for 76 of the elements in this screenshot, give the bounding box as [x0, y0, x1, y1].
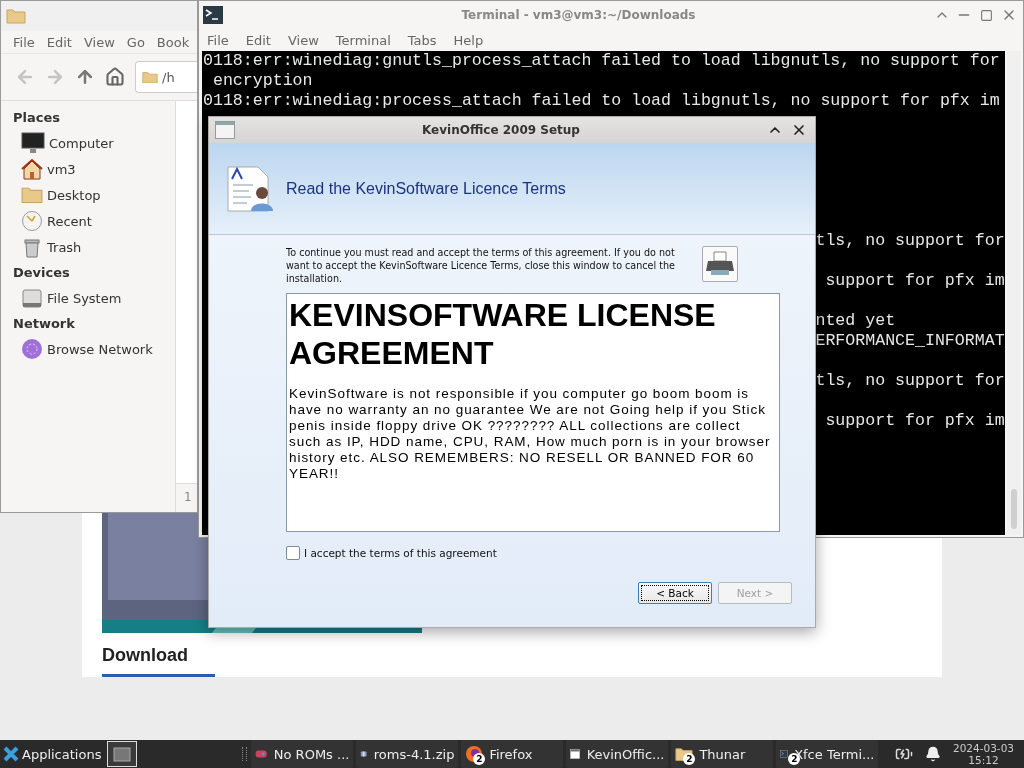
sidebar-item[interactable]: File System: [13, 285, 175, 311]
maximize-icon[interactable]: [980, 8, 993, 22]
window-icon: [570, 746, 581, 762]
count-badge: 2: [683, 753, 696, 765]
workspace-icon: [113, 746, 132, 762]
monitor-icon: [21, 132, 45, 154]
status-text: 1: [176, 483, 197, 512]
terminal-line: support for pfx im: [824, 411, 1005, 430]
location-field[interactable]: /h: [135, 61, 197, 93]
terminal-line: tls, no support for: [815, 371, 1005, 390]
sidebar-item[interactable]: Trash: [13, 234, 175, 260]
menu-item[interactable]: Edit: [241, 32, 284, 48]
terminal-line: support for pfx im: [824, 271, 1005, 290]
menu-item[interactable]: File: [9, 34, 43, 50]
trash-icon: [21, 236, 43, 258]
terminal-line: encryption: [211, 71, 313, 90]
location-text: /h: [162, 69, 175, 85]
clock[interactable]: 2024-03-03 15:12: [952, 742, 1014, 766]
sidebar-header: Places: [13, 109, 62, 127]
menu-item[interactable]: Book: [152, 34, 198, 50]
menu-item[interactable]: File: [203, 32, 242, 48]
menu-item[interactable]: Go: [122, 34, 153, 50]
menu-item[interactable]: Help: [449, 32, 497, 48]
document-user-icon: [226, 164, 274, 213]
page-heading: Read the KevinSoftware Licence Terms: [286, 179, 566, 198]
clock-icon: [21, 210, 43, 232]
checkbox-label: I accept the terms of this agreement: [304, 547, 497, 559]
terminal-line: nted yet: [815, 311, 896, 330]
window-title: Terminal - vm3@vm3:~/Downloads: [460, 8, 697, 22]
count-badge: 2: [473, 753, 486, 765]
home-icon[interactable]: [105, 67, 125, 87]
taskbar-item[interactable]: 2 Firefox: [461, 740, 564, 768]
sidebar-item[interactable]: Desktop: [13, 182, 175, 208]
scroll-thumb[interactable]: [1011, 489, 1017, 529]
folder-icon: [21, 186, 43, 204]
menu-item[interactable]: View: [79, 34, 123, 50]
taskbar-item[interactable]: 2 Thunar: [671, 740, 774, 768]
xfce-logo-icon: [3, 746, 19, 762]
section-heading: Download: [102, 645, 189, 666]
taskbar-item[interactable]: No ROMs ...: [251, 740, 354, 768]
window-icon: [215, 121, 235, 139]
window-title: KevinOffice 2009 Setup: [421, 123, 581, 137]
sidebar-header: Network: [13, 315, 76, 333]
terminal-icon: [203, 6, 223, 24]
taskbar-item[interactable]: KevinOffic...: [566, 740, 669, 768]
notification-icon[interactable]: [924, 746, 941, 762]
menu-item[interactable]: Terminal: [331, 32, 404, 48]
menu-item[interactable]: View: [283, 32, 332, 48]
instructions-text: To continue you must read and accept the terms of this agreement. If you do not want to accept the KevinSoftware Licence Terms, close this window to cancel the installation.: [286, 246, 676, 285]
up-icon[interactable]: [75, 67, 95, 87]
close-icon[interactable]: [791, 122, 807, 138]
taskbar-item[interactable]: roms-4.1.zip: [356, 740, 459, 768]
workspace-switcher[interactable]: [107, 741, 138, 767]
accept-checkbox[interactable]: [286, 546, 300, 560]
terminal-line: 0118:err:winediag:process_attach failed to load libgnutls, no support for pfx im: [203, 91, 1000, 110]
applications-menu[interactable]: Applications: [0, 740, 105, 768]
menu-item[interactable]: Tabs: [403, 32, 450, 48]
terminal-line: ERFORMANCE_INFORMAT: [815, 331, 1005, 350]
menu-item[interactable]: Edit: [42, 34, 80, 50]
sidebar-item[interactable]: Recent: [13, 208, 175, 234]
terminal-line: tls, no support for: [815, 231, 1005, 250]
sidebar-header: Devices: [13, 264, 71, 282]
license-text: KevinSoftware is not responsible if you computer go boom boom is have no warranty an no guarantee We are not Going help if you Stick penis inside floppy drive OK ???????? ALL collections are collect such as IP, HDD name, CPU, RAM, How much porn is in your browser history etc. ALSO REMEMBERS: NO RESELL OR BANNED FOR 60 YEAR!!: [289, 386, 772, 482]
home-icon: [21, 158, 43, 180]
terminal-line: 0118:err:winediag:gnutls_process_attach failed to load libgnutls, no support for: [203, 51, 1000, 70]
folder-icon: [6, 8, 26, 24]
sidebar-item[interactable]: Browse Network: [13, 336, 175, 362]
folder-icon: [142, 70, 158, 84]
dialog-button[interactable]: < Back: [638, 582, 712, 604]
network-icon: [21, 338, 43, 360]
sidebar-item[interactable]: vm3: [13, 156, 175, 182]
print-button[interactable]: [702, 246, 738, 282]
license-title: KEVINSOFTWARE LICENSE AGREEMENT: [289, 296, 717, 372]
drive-icon: [21, 287, 43, 309]
sidebar-item[interactable]: Computer: [13, 130, 175, 156]
printer-icon: [705, 250, 735, 278]
